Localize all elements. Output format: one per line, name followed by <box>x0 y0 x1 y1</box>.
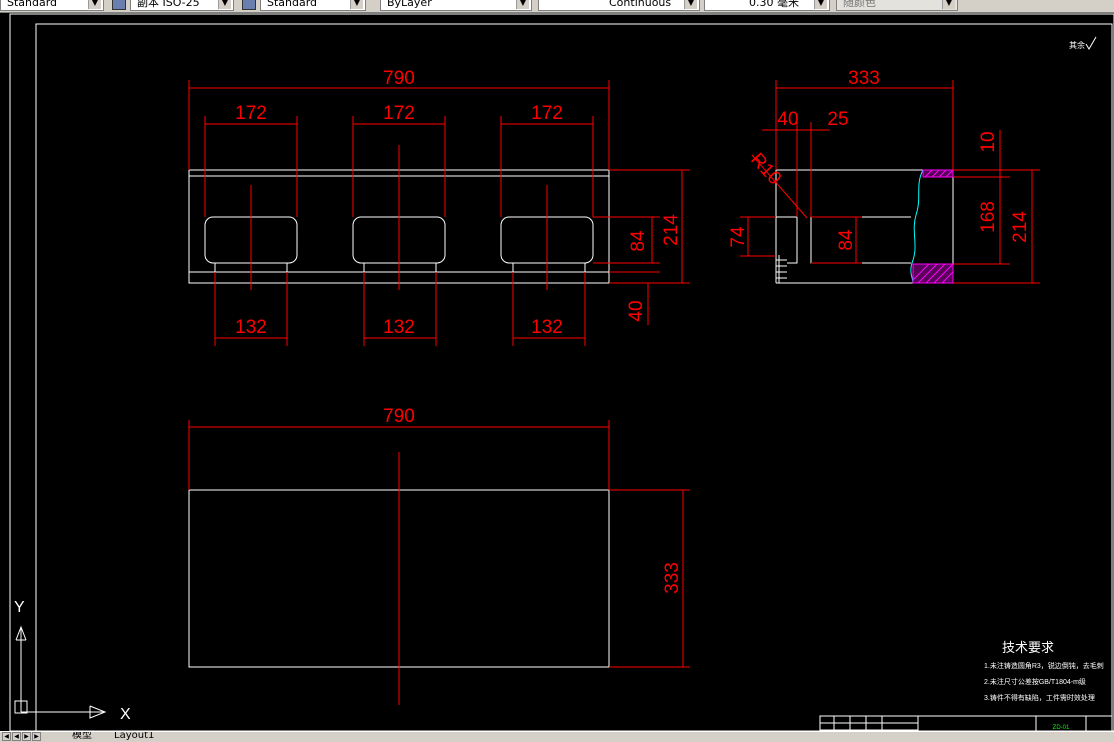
dim-333-top: 333 <box>662 562 683 594</box>
layer-color-value: ByLayer <box>387 0 432 9</box>
dim-172-a: 172 <box>235 103 267 124</box>
drawing-canvas[interactable]: 其余 790 172 172 172 132 132 132 214 84 40… <box>0 13 1114 731</box>
dimension-style-value: 副本 ISO-25 <box>137 0 200 9</box>
front-view[interactable]: 790 172 172 172 132 132 132 214 84 40 <box>188 68 690 346</box>
ucs-x-label: X <box>120 706 131 723</box>
tech-requirements-title: 技术要求 <box>1002 640 1054 655</box>
table-style-value: Standard <box>267 0 318 9</box>
chevron-down-icon: ▼ <box>942 0 955 9</box>
linetype-value: Continuous <box>609 0 672 9</box>
ucs-icon <box>14 625 107 719</box>
dim-214-side: 214 <box>1010 211 1031 243</box>
front-view-dimension-text: 790 172 172 172 132 132 132 214 84 40 <box>235 68 682 338</box>
linetype-dropdown[interactable]: Continuous ▼ <box>538 0 700 11</box>
layer-color-dropdown[interactable]: ByLayer ▼ <box>380 0 532 11</box>
dimension-style-icon[interactable] <box>112 0 126 10</box>
side-view-dimension-text: 333 40 25 R10 10 168 214 74 84 <box>728 68 1031 251</box>
chevron-down-icon: ▼ <box>88 0 101 9</box>
svg-text:其余: 其余 <box>1069 40 1085 50</box>
lineweight-value: 0.30 毫米 <box>749 0 799 9</box>
dim-40: 40 <box>626 300 647 321</box>
prev-tab-button[interactable]: ◀ <box>12 732 21 741</box>
dim-790-top: 790 <box>383 406 415 427</box>
text-style-dropdown[interactable]: Standard ▼ <box>0 0 104 11</box>
dim-132-a: 132 <box>235 317 267 338</box>
dim-168: 168 <box>978 201 999 233</box>
side-view[interactable]: 333 40 25 R10 10 168 214 74 84 <box>728 68 1040 284</box>
dim-790: 790 <box>383 68 415 89</box>
dim-10: 10 <box>978 131 999 152</box>
first-tab-button[interactable]: ◀ <box>2 732 11 741</box>
dim-172-c: 172 <box>531 103 563 124</box>
dim-84: 84 <box>628 230 649 252</box>
dim-214: 214 <box>661 214 682 246</box>
tab-layout1[interactable]: Layout1 <box>114 732 154 741</box>
dim-84-side: 84 <box>836 229 857 251</box>
tech-requirement-2: 2.未注尺寸公差按GB/T1804-m级 <box>984 677 1086 686</box>
lineweight-dropdown[interactable]: 0.30 毫米 ▼ <box>704 0 830 11</box>
chevron-down-icon: ▼ <box>814 0 827 9</box>
roughness-note: 其余 <box>1069 36 1097 50</box>
top-view[interactable]: 790 333 <box>188 406 690 705</box>
text-style-value: Standard <box>7 0 58 9</box>
tech-requirement-3: 3.铸件不得有缺陷，工件需时效处理 <box>984 693 1095 702</box>
table-style-dropdown[interactable]: Standard ▼ <box>260 0 366 11</box>
chevron-down-icon: ▼ <box>218 0 231 9</box>
ucs-y-label: Y <box>14 599 25 616</box>
dim-333: 333 <box>848 68 880 89</box>
plot-style-dropdown[interactable]: 随颜色 ▼ <box>836 0 958 11</box>
last-tab-button[interactable]: ▶ <box>32 732 41 741</box>
top-view-dimensions <box>188 420 690 705</box>
dim-132-b: 132 <box>383 317 415 338</box>
tech-requirements: 技术要求 1.未注铸造圆角R3，锐边倒钝，去毛刺 2.未注尺寸公差按GB/T18… <box>984 640 1104 702</box>
chevron-down-icon: ▼ <box>516 0 529 9</box>
properties-toolbar: Standard ▼ 副本 ISO-25 ▼ Standard ▼ ByLaye… <box>0 0 1114 13</box>
dim-40-side: 40 <box>777 109 798 130</box>
next-tab-button[interactable]: ▶ <box>22 732 31 741</box>
table-style-icon[interactable] <box>242 0 256 10</box>
tab-model[interactable]: 模型 <box>72 732 92 741</box>
top-view-dimension-text: 790 333 <box>383 406 683 594</box>
front-view-centerlines <box>250 145 548 290</box>
chevron-down-icon: ▼ <box>350 0 363 9</box>
tech-requirement-1: 1.未注铸造圆角R3，锐边倒钝，去毛刺 <box>984 661 1104 670</box>
dim-132-c: 132 <box>531 317 563 338</box>
plot-style-value: 随颜色 <box>843 0 876 9</box>
dim-172-b: 172 <box>383 103 415 124</box>
layout-tab-bar: ◀ ◀ ▶ ▶ 模型 Layout1 <box>0 731 1114 742</box>
dimension-style-dropdown[interactable]: 副本 ISO-25 ▼ <box>130 0 234 11</box>
dim-74: 74 <box>728 226 749 248</box>
chevron-down-icon: ▼ <box>684 0 697 9</box>
dim-25: 25 <box>827 109 848 130</box>
